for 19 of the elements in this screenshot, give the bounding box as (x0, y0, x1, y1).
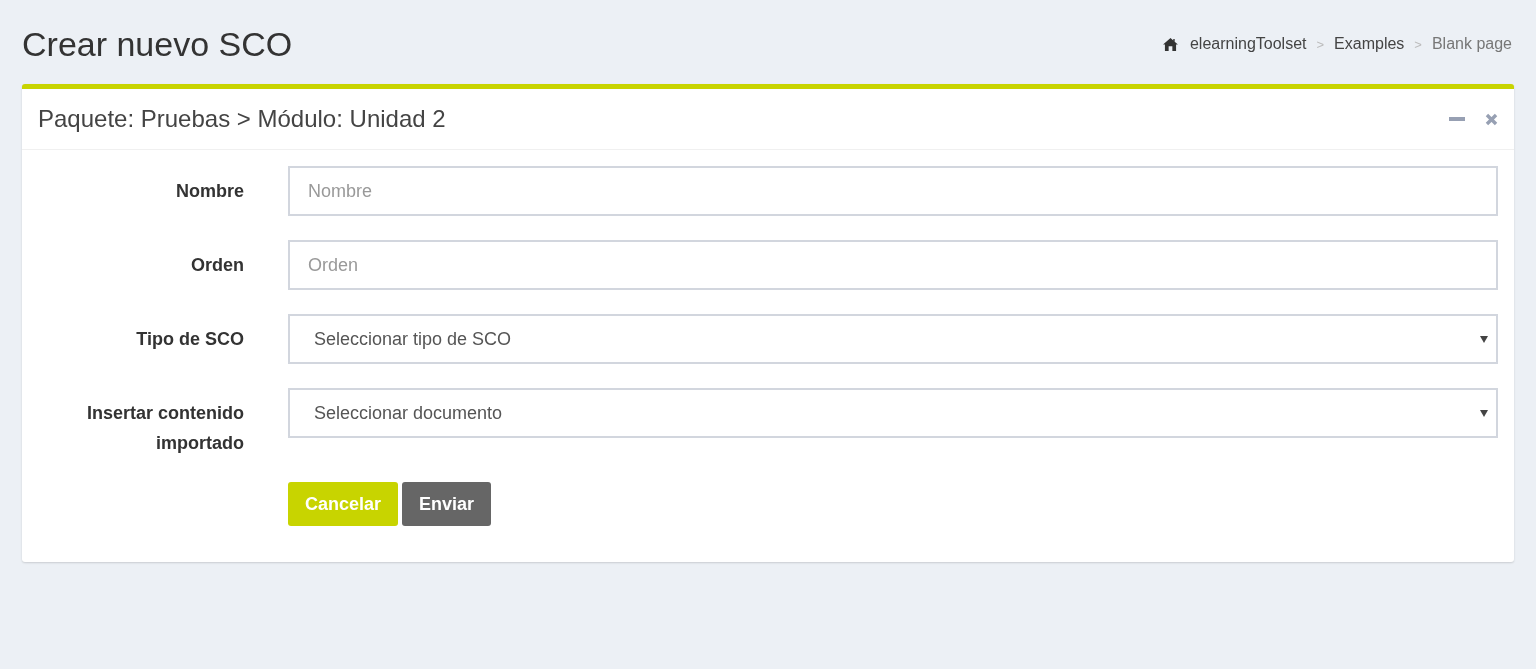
page-title: Crear nuevo SCO (22, 24, 293, 64)
panel-title: Paquete: Pruebas > Módulo: Unidad 2 (38, 105, 446, 133)
breadcrumb-separator: > (1316, 36, 1325, 52)
select-dropdown[interactable]: Seleccionar tipo de SCO (288, 314, 1498, 364)
field-label: Tipo de SCO (135, 328, 244, 351)
breadcrumb-separator: > (1414, 36, 1422, 52)
breadcrumb-link[interactable]: elearningToolset (1189, 35, 1307, 53)
select-dropdown[interactable]: Seleccionar documento (288, 388, 1498, 438)
input-field[interactable]: Nombre (288, 166, 1498, 216)
breadcrumb-link[interactable]: Examples (1334, 35, 1405, 53)
field-label: Nombre (175, 180, 244, 203)
submit-button[interactable]: Enviar (402, 482, 492, 526)
field-label: Insertar contenido importado (85, 402, 244, 455)
home-icon (1162, 37, 1178, 51)
input-field[interactable]: Orden (288, 240, 1498, 290)
caret-icon (1480, 335, 1488, 343)
field-label: Orden (190, 254, 244, 277)
close-icon[interactable] (1485, 112, 1498, 126)
caret-icon (1480, 409, 1488, 417)
